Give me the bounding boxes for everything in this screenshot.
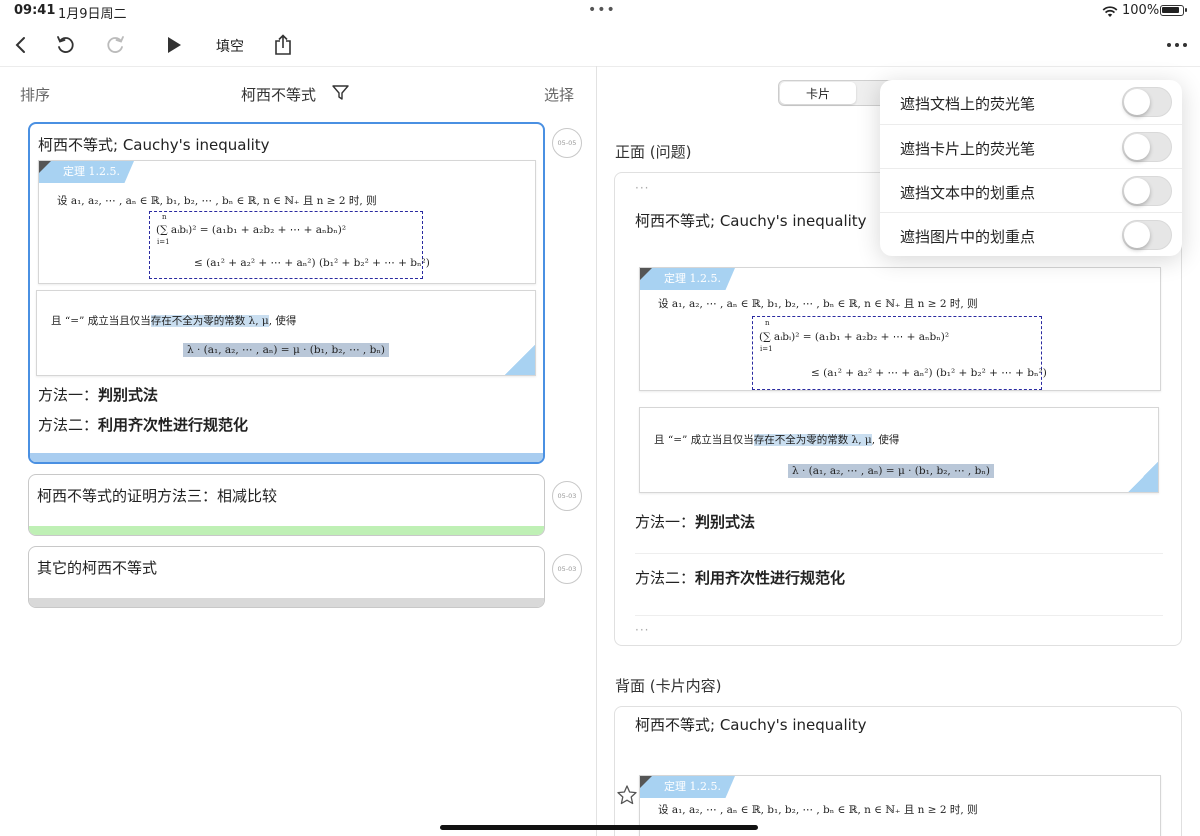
card-color-bar — [29, 526, 544, 535]
ellipsis-top[interactable]: ··· — [635, 181, 649, 195]
option-hide-image-emphasis[interactable]: 遮挡图片中的划重点 — [880, 212, 1182, 256]
equation-3: λ · (a₁, a₂, ⋯ , aₙ) = μ · (b₁, b₂, ⋯ , … — [788, 464, 994, 478]
redo-icon[interactable] — [103, 32, 129, 58]
front-section-label: 正面 (问题) — [615, 143, 692, 161]
condition-line: 且 “=” 成立当且仅当存在不全为零的常数 λ, μ, 使得 — [51, 315, 297, 327]
fill-blank-button[interactable]: 填空 — [216, 36, 244, 56]
card-color-bar — [29, 598, 544, 607]
highlight-box: n (∑ aᵢbᵢ)² = (a₁b₁ + a₂b₂ + ⋯ + aₙbₙ)² … — [149, 211, 430, 279]
undo-icon[interactable] — [52, 32, 78, 58]
back-icon[interactable] — [8, 32, 34, 58]
option-hide-doc-highlighter[interactable]: 遮挡文档上的荧光笔 — [880, 80, 1182, 124]
ellipsis-bottom[interactable]: ··· — [635, 623, 649, 637]
method-2: 方法二：利用齐次性进行规范化 — [38, 416, 249, 434]
theorem-tag: 定理 1.2.5. — [39, 161, 134, 183]
date-badge: 05-05 — [552, 128, 582, 158]
equation-2: ≤ (a₁² + a₂² + ⋯ + aₙ²) (b₁² + b₂² + ⋯ +… — [194, 257, 430, 269]
theorem-tag: 定理 1.2.5. — [640, 776, 735, 798]
condition-highlight: 存在不全为零的常数 λ, μ — [753, 434, 872, 446]
card-title: 柯西不等式; Cauchy's inequality — [38, 136, 270, 154]
battery-percent: 100% — [1122, 3, 1160, 18]
card-item[interactable]: 其它的柯西不等式 — [28, 546, 545, 608]
toggle-switch[interactable] — [1122, 87, 1172, 117]
equation-1: (∑ aᵢbᵢ)² = (a₁b₁ + a₂b₂ + ⋯ + aₙbₙ)² — [156, 224, 347, 236]
card-title-front: 柯西不等式; Cauchy's inequality — [635, 212, 867, 230]
equation-1: (∑ aᵢbᵢ)² = (a₁b₁ + a₂b₂ + ⋯ + aₙbₙ)² — [759, 331, 950, 343]
method-1: 方法一：判别式法 — [635, 513, 756, 531]
card-title: 其它的柯西不等式 — [37, 559, 158, 577]
pane-divider[interactable] — [596, 66, 597, 836]
battery-icon — [1160, 5, 1187, 16]
card-title: 柯西不等式的证明方法三：相减比较 — [37, 487, 278, 505]
card-item-selected[interactable]: 柯西不等式; Cauchy's inequality 定理 1.2.5. 设 a… — [28, 122, 545, 464]
status-time: 09:41 — [14, 3, 56, 18]
toggle-switch[interactable] — [1122, 132, 1172, 162]
status-date: 1月9日周二 — [58, 7, 127, 22]
home-indicator[interactable] — [440, 825, 758, 830]
card-title-back: 柯西不等式; Cauchy's inequality — [635, 716, 867, 734]
theorem-line: 设 a₁, a₂, ⋯ , aₙ ∈ ℝ, b₁, b₂, ⋯ , bₙ ∈ ℝ… — [658, 804, 978, 816]
back-content-box: 柯西不等式; Cauchy's inequality 定理 1.2.5. 设 a… — [614, 706, 1182, 836]
toolbar-divider — [0, 66, 1200, 67]
highlight-box: n (∑ aᵢbᵢ)² = (a₁b₁ + a₂b₂ + ⋯ + aₙbₙ)² … — [752, 316, 1047, 390]
back-section-label: 背面 (卡片内容) — [615, 677, 722, 695]
option-hide-card-highlighter[interactable]: 遮挡卡片上的荧光笔 — [880, 124, 1182, 168]
theorem-scan-image: 定理 1.2.5. 设 a₁, a₂, ⋯ , aₙ ∈ ℝ, b₁, b₂, … — [38, 160, 536, 284]
toggle-switch[interactable] — [1122, 220, 1172, 250]
share-icon[interactable] — [270, 32, 296, 58]
date-badge: 05-03 — [552, 554, 582, 584]
theorem-tag: 定理 1.2.5. — [640, 268, 735, 290]
card-color-bar — [30, 453, 543, 462]
more-icon[interactable] — [1164, 32, 1190, 58]
theorem-line: 设 a₁, a₂, ⋯ , aₙ ∈ ℝ, b₁, b₂, ⋯ , bₙ ∈ ℝ… — [658, 298, 978, 310]
star-icon[interactable] — [616, 784, 638, 810]
equation-2: ≤ (a₁² + a₂² + ⋯ + aₙ²) (b₁² + b₂² + ⋯ +… — [811, 367, 1047, 379]
segment-card[interactable]: 卡片 — [780, 82, 856, 104]
condition-highlight: 存在不全为零的常数 λ, μ — [150, 315, 269, 327]
toggle-switch[interactable] — [1122, 176, 1172, 206]
filter-icon[interactable] — [332, 84, 349, 105]
theorem-line: 设 a₁, a₂, ⋯ , aₙ ∈ ℝ, b₁, b₂, ⋯ , bₙ ∈ ℝ… — [57, 195, 377, 207]
condition-scan-image: 且 “=” 成立当且仅当存在不全为零的常数 λ, μ, 使得 λ · (a₁, … — [36, 290, 536, 376]
theorem-scan-image: 定理 1.2.5. 设 a₁, a₂, ⋯ , aₙ ∈ ℝ, b₁, b₂, … — [639, 267, 1161, 391]
method-1: 方法一：判别式法 — [38, 386, 159, 404]
multitask-dots-icon[interactable]: ••• — [588, 2, 616, 18]
sort-button[interactable]: 排序 — [20, 84, 50, 105]
condition-scan-image: 且 “=” 成立当且仅当存在不全为零的常数 λ, μ, 使得 λ · (a₁, … — [639, 407, 1159, 493]
filter-title: 柯西不等式 — [241, 86, 317, 104]
method-2: 方法二：利用齐次性进行规范化 — [635, 569, 846, 587]
play-icon[interactable] — [161, 32, 187, 58]
equation-3: λ · (a₁, a₂, ⋯ , aₙ) = μ · (b₁, b₂, ⋯ , … — [183, 343, 389, 357]
select-button[interactable]: 选择 — [544, 84, 574, 105]
occlusion-options-popover: 遮挡文档上的荧光笔 遮挡卡片上的荧光笔 遮挡文本中的划重点 遮挡图片中的划重点 — [880, 80, 1182, 256]
wifi-icon — [1102, 3, 1118, 22]
option-hide-text-emphasis[interactable]: 遮挡文本中的划重点 — [880, 168, 1182, 212]
condition-line: 且 “=” 成立当且仅当存在不全为零的常数 λ, μ, 使得 — [654, 434, 900, 446]
card-item[interactable]: 柯西不等式的证明方法三：相减比较 — [28, 474, 545, 536]
date-badge: 05-03 — [552, 481, 582, 511]
